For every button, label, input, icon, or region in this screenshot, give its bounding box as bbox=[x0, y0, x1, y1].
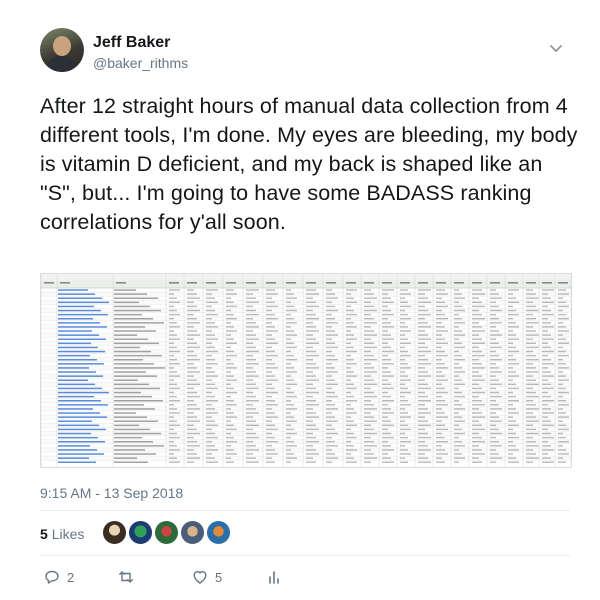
chevron-down-icon[interactable] bbox=[548, 40, 564, 56]
reply-count: 2 bbox=[67, 569, 75, 585]
liker-avatar[interactable] bbox=[180, 520, 205, 545]
tweet-timestamp[interactable]: 9:15 AM - 13 Sep 2018 bbox=[40, 485, 183, 501]
liker-avatar[interactable] bbox=[128, 520, 153, 545]
divider bbox=[40, 510, 570, 511]
author-name[interactable]: Jeff Baker bbox=[93, 34, 170, 52]
liker-avatar[interactable] bbox=[154, 520, 179, 545]
likes-count: 5 bbox=[40, 526, 48, 542]
heart-icon bbox=[193, 570, 207, 584]
tweet-card: Jeff Baker @baker_rithms After 12 straig… bbox=[0, 0, 600, 600]
divider bbox=[40, 555, 570, 556]
avatar-face bbox=[53, 36, 71, 56]
liker-avatar[interactable] bbox=[206, 520, 231, 545]
reply-icon bbox=[45, 570, 59, 584]
like-button[interactable]: 5 bbox=[192, 568, 222, 586]
retweet-button[interactable] bbox=[118, 568, 141, 586]
likes-label: Likes bbox=[51, 526, 85, 542]
likes-summary[interactable]: 5 Likes bbox=[40, 526, 84, 542]
author-avatar[interactable] bbox=[40, 28, 84, 72]
tweet-text: After 12 straight hours of manual data c… bbox=[40, 94, 578, 234]
spreadsheet-graphic bbox=[41, 274, 571, 467]
retweet-icon bbox=[119, 571, 133, 583]
analytics-button[interactable] bbox=[266, 568, 289, 586]
attached-spreadsheet-image[interactable] bbox=[40, 273, 572, 468]
analytics-icon bbox=[269, 571, 279, 584]
avatar-shirt bbox=[46, 56, 78, 72]
like-count: 5 bbox=[215, 569, 223, 585]
liker-avatar[interactable] bbox=[102, 520, 127, 545]
author-handle[interactable]: @baker_rithms bbox=[93, 55, 188, 71]
reply-button[interactable]: 2 bbox=[44, 568, 74, 586]
